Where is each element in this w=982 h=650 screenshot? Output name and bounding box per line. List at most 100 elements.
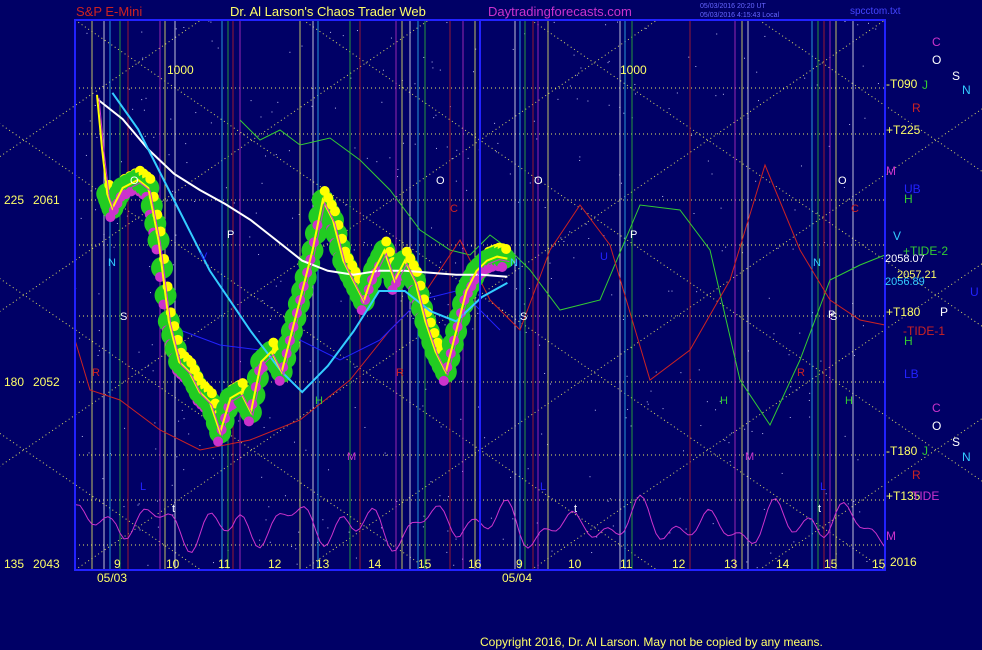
star	[536, 138, 538, 140]
star	[668, 108, 670, 110]
star	[875, 28, 877, 30]
star	[589, 476, 591, 478]
star	[790, 386, 792, 388]
star	[255, 212, 257, 214]
star	[857, 24, 859, 26]
star	[591, 552, 593, 554]
chart-letter: R	[797, 367, 805, 379]
star	[495, 151, 497, 153]
star	[455, 538, 457, 540]
star	[758, 100, 760, 102]
chart-letter: V	[200, 251, 208, 263]
star	[143, 109, 145, 111]
star	[645, 28, 647, 30]
star	[799, 332, 801, 334]
star	[690, 134, 692, 136]
right-label-m2: M	[886, 529, 896, 543]
star	[573, 54, 575, 56]
star	[88, 452, 90, 454]
star	[185, 143, 187, 145]
star	[781, 472, 783, 474]
star	[623, 112, 625, 114]
star	[366, 157, 368, 159]
star	[98, 293, 100, 295]
star	[350, 77, 352, 79]
star	[626, 375, 628, 377]
star	[746, 561, 748, 563]
star	[715, 95, 717, 97]
star	[334, 107, 336, 109]
star	[729, 461, 731, 463]
star	[609, 498, 611, 500]
star	[280, 280, 282, 282]
star	[756, 71, 758, 73]
instrument-label: S&P E-Mini	[76, 4, 142, 19]
right-label-s: S	[952, 69, 960, 83]
star	[724, 439, 726, 441]
chart-letter: L	[140, 481, 146, 493]
star	[447, 530, 449, 532]
chaos-chart: O O O OP PPN N NS S SH H HM MR R RC CV UL L Lt t t S&P E-Mi…	[0, 0, 982, 650]
star	[685, 528, 687, 530]
star	[382, 69, 384, 71]
star	[744, 428, 746, 430]
right-label-o: O	[932, 53, 941, 67]
star	[433, 117, 435, 119]
star	[238, 420, 240, 422]
x-tick-label: 14	[368, 557, 382, 571]
star	[293, 441, 295, 443]
star	[265, 519, 267, 521]
star	[132, 108, 134, 110]
star	[683, 450, 685, 452]
star	[265, 155, 267, 157]
x-tick-label: 13	[316, 557, 330, 571]
star	[210, 122, 212, 124]
star	[295, 548, 297, 550]
star	[467, 157, 469, 159]
star	[518, 201, 520, 203]
star	[477, 312, 479, 314]
star	[269, 541, 271, 543]
star	[275, 154, 277, 156]
star	[668, 290, 670, 292]
star	[472, 328, 474, 330]
chart-letter: N	[813, 257, 821, 269]
chart-letter: L	[820, 481, 826, 493]
star	[327, 527, 329, 529]
star	[662, 195, 664, 197]
star	[195, 112, 197, 114]
star	[431, 61, 433, 63]
star	[849, 124, 851, 126]
copyright: Copyright 2016, Dr. Al Larson. May not b…	[480, 635, 823, 649]
star	[669, 532, 671, 534]
x-tick-label: 15	[418, 557, 432, 571]
bar-high-dot	[381, 236, 392, 247]
star	[384, 540, 386, 542]
right-label-o2: O	[932, 419, 941, 433]
star	[288, 150, 290, 152]
star	[680, 372, 682, 374]
star	[731, 432, 733, 434]
star	[213, 562, 215, 564]
star	[539, 344, 541, 346]
star	[585, 223, 587, 225]
star	[172, 190, 174, 192]
site-link[interactable]: Daytradingforecasts.com	[488, 4, 632, 19]
star	[490, 517, 492, 519]
star	[422, 405, 424, 407]
chart-letter: P	[227, 229, 234, 241]
marker-1000-right: 1000	[620, 63, 647, 77]
star	[512, 48, 514, 50]
star	[381, 527, 382, 529]
star	[356, 30, 358, 32]
star	[166, 200, 168, 202]
bar-high-dot	[501, 243, 512, 254]
chart-letter: N	[108, 257, 116, 269]
date-label-0503: 05/03	[97, 571, 127, 585]
star	[120, 161, 122, 163]
star	[553, 21, 555, 23]
star	[792, 248, 794, 250]
star	[78, 558, 80, 560]
star	[96, 136, 98, 138]
star	[211, 40, 213, 42]
